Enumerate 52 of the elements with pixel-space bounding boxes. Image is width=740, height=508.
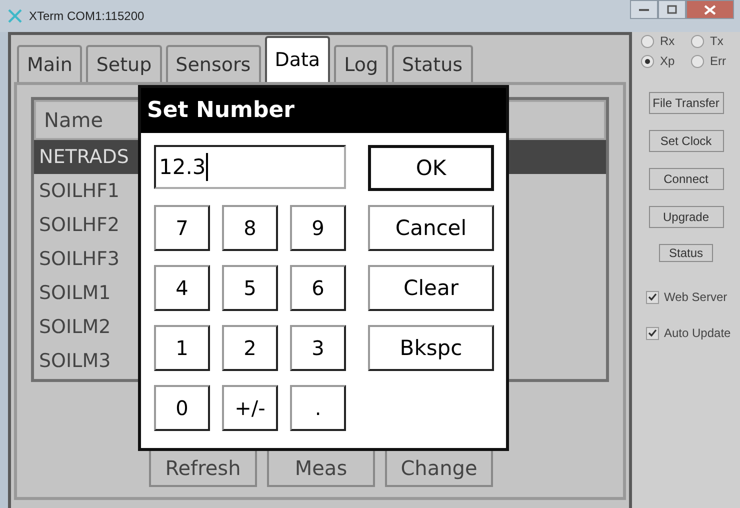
checkbox[interactable] [646,326,659,340]
table-cell: SOILM2 [39,316,111,338]
maximize-icon [667,5,677,14]
tab[interactable]: Log [334,45,388,82]
tab[interactable]: Setup [86,45,162,82]
checkbox-label: Web Server [664,290,728,304]
action-button[interactable]: Change [385,449,493,487]
minimize-button[interactable] [630,0,658,19]
window-title: XTerm COM1:115200 [29,9,144,23]
keypad-key[interactable]: +/- [222,385,278,431]
tab[interactable]: Main [17,45,82,82]
dialog-title: Set Number [141,88,506,133]
table-cell: SOILHF3 [39,248,120,270]
keypad-key[interactable]: 6 [290,265,346,311]
keypad-key[interactable]: 4 [154,265,210,311]
side-button[interactable]: File Transfer [648,92,724,114]
keypad-key[interactable]: 7 [154,205,210,251]
keypad-key[interactable]: 3 [290,325,346,371]
side-button[interactable]: Set Clock [648,130,724,152]
app-logo-icon [7,9,23,23]
close-icon [704,4,716,14]
table-cell: NETRADS [39,146,129,168]
side-button[interactable]: Status [659,244,713,262]
indicator-label: Xp [660,54,675,68]
checkbox[interactable] [646,290,659,304]
close-button[interactable] [686,0,734,19]
keypad-key[interactable]: 9 [290,205,346,251]
tab[interactable]: Sensors [166,45,261,82]
minimize-icon [639,8,649,12]
action-button[interactable]: Refresh [149,449,257,487]
side-button[interactable]: Upgrade [648,206,724,228]
dialog-button[interactable]: Bkspc [368,325,494,371]
keypad-key[interactable]: . [290,385,346,431]
keypad-key[interactable]: 1 [154,325,210,371]
dialog-button[interactable]: Cancel [368,205,494,251]
indicator-label: Tx [710,34,724,48]
checkbox-label: Auto Update [664,326,731,340]
dialog-button[interactable]: OK [368,145,494,191]
tab[interactable]: Status [392,45,473,82]
keypad-key[interactable]: 8 [222,205,278,251]
tab[interactable]: Data [264,36,330,82]
number-field[interactable]: 12.3 [154,145,346,189]
maximize-button[interactable] [658,0,686,19]
indicator-label: Err [710,54,726,68]
side-button[interactable]: Connect [648,168,724,190]
action-button[interactable]: Meas [267,449,375,487]
keypad-key[interactable]: 0 [154,385,210,431]
dialog-button[interactable]: Clear [368,265,494,311]
keypad-key[interactable]: 5 [222,265,278,311]
table-cell: SOILHF1 [39,180,120,202]
keypad-key[interactable]: 2 [222,325,278,371]
indicator-label: Rx [660,34,675,48]
